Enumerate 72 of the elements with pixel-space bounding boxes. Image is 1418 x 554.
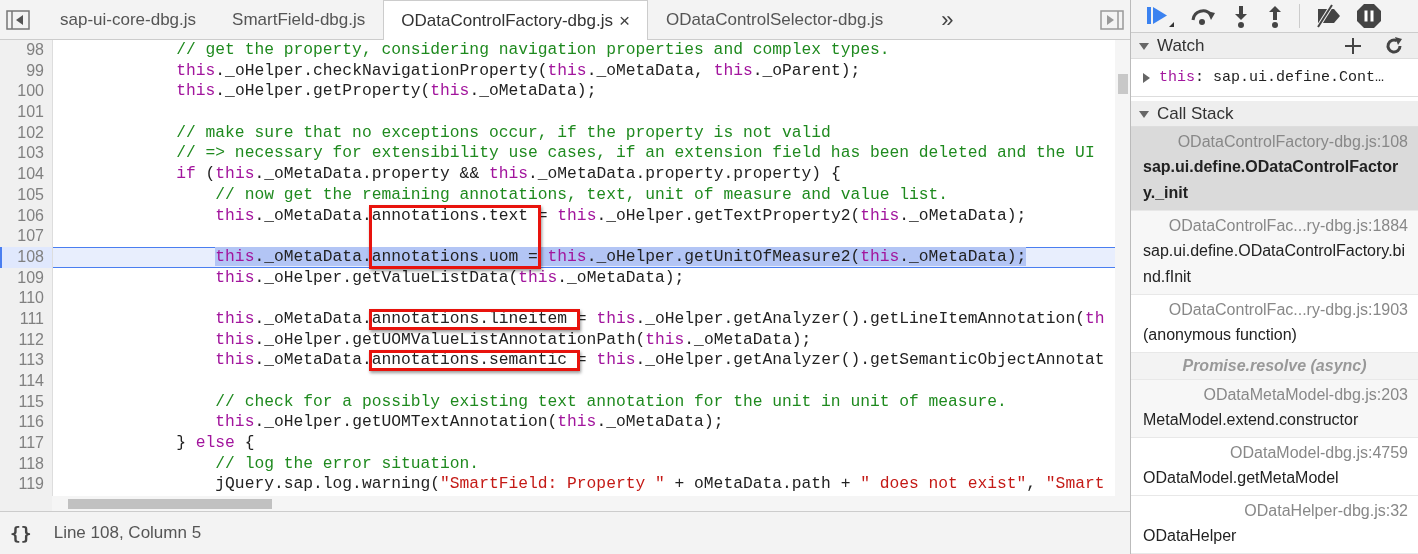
frame-function: ODataHelper [1143,526,1238,546]
line-number: 114 [17,371,45,391]
code-line: // make sure that no exceptions occur, if the property is not valid [176,122,831,142]
line-number: 113 [17,350,45,371]
file-tab[interactable]: sap-ui-core-dbg.js [42,0,215,39]
frame-function: ODataModel.getMetaModel [1143,468,1340,488]
add-icon[interactable] [1344,36,1362,55]
call-stack-frame[interactable]: ODataControlFactory-dbg.js:108 sap.ui.define.ODataControlFactory._init [1131,127,1418,211]
frame-function: sap.ui.define.ODataControlFactory._init [1143,157,1400,203]
vertical-scrollbar[interactable] [1115,40,1130,496]
pause-icon[interactable] [1356,3,1382,30]
call-stack-frame[interactable]: ODataControlFac...ry-dbg.js:1884 sap.ui.define.ODataControlFactory.bind.fInit [1131,211,1418,295]
frame-function: (anonymous function) [1143,325,1298,345]
call-stack-frame[interactable]: ODataHelper-dbg.js:32 ODataHelper [1131,496,1418,554]
section-title[interactable]: Watch [1157,35,1205,56]
code-line: } else { [176,433,255,453]
line-number: 117 [17,433,45,454]
expand-triangle-icon[interactable] [1141,72,1151,83]
line-number: 98 [25,40,45,60]
toggle-navigator-icon[interactable] [6,9,30,30]
frame-location[interactable]: ODataControlFac...ry-dbg.js:1903 [1143,298,1408,322]
watch-expression[interactable]: this: sap.ui.define.Cont… [1159,69,1385,87]
code-line: if (this._oMetaData.property && this._oMetaData.property.property) { [176,164,841,184]
file-tab[interactable]: ODataControlFactory-dbg.js × [383,0,649,40]
frame-function: MetaModel.extend.constructor [1143,410,1360,430]
line-number: 109 [16,267,45,288]
call-stack-frame[interactable]: ODataMetaModel-dbg.js:203 MetaModel.extend.constructor [1131,380,1418,438]
frame-location[interactable]: ODataHelper-dbg.js:32 [1143,499,1408,523]
toggle-sidebar-icon[interactable] [1100,9,1124,30]
code-line: this._oHelper.getUOMTextAnnotation(this._oMetaData); [215,412,724,432]
line-number: 111 [18,308,45,329]
file-tab[interactable]: SmartField-dbg.js [214,0,384,39]
line-number: 108 [0,246,52,268]
code-line: this._oHelper.getUOMValueListAnnotationPath(this._oMetaData); [215,329,812,349]
file-tab[interactable]: ODataControlSelector-dbg.js [648,0,902,39]
code-line: // now get the remaining annotations, text, unit of measure and value list. [215,184,949,204]
pretty-print-icon[interactable]: {} [10,522,32,544]
close-icon[interactable]: × [618,9,631,32]
line-number: 105 [16,184,45,205]
code-line: // log the error situation. [215,453,480,473]
line-number: 107 [16,226,45,247]
more-tabs-icon[interactable]: » [941,6,954,33]
line-number: 99 [25,60,45,81]
code-line: this._oHelper.getProperty(this._oMetaData); [176,81,597,101]
async-separator: Promise.resolve (async) [1131,353,1418,380]
code-line: jQuery.sap.log.warning("SmartField: Property " + oMetaData.path + " does not exist", "Smart [215,474,1105,494]
expand-triangle-icon[interactable] [1139,108,1149,119]
line-number: 102 [16,122,45,143]
deactivate-breakpoints-icon[interactable] [1314,4,1342,29]
cursor-position: Line 108, Column 5 [53,523,202,543]
code-line: this._oHelper.getValueListData(this._oMetaData); [215,267,685,287]
frame-function: sap.ui.define.ODataControlFactory.bind.fInit [1143,241,1407,287]
horizontal-scrollbar[interactable] [52,496,1130,511]
refresh-icon[interactable] [1384,35,1404,56]
code-line: // get the property, considering navigation properties and complex types. [176,40,890,59]
code-line: // => necessary for extensibility use cases, if an extension field has been deleted and the UI [176,143,1095,163]
line-number: 118 [17,453,45,474]
code-line: // check for a possibly existing text annotation for the unit in unit of measure. [215,391,1007,411]
line-number: 106 [16,205,45,226]
code-line: this._oHelper.checkNavigationProperty(this._oMetaData, this._oParent); [176,60,861,80]
line-number: 103 [16,143,45,164]
line-number: 110 [17,288,45,309]
frame-location[interactable]: ODataModel-dbg.js:4759 [1143,441,1408,465]
line-number: 104 [16,164,45,185]
call-stack-frame[interactable]: ODataModel-dbg.js:4759 ODataModel.getMetaModel [1131,438,1418,496]
line-number: 112 [17,329,45,350]
expand-triangle-icon[interactable] [1139,40,1149,51]
line-number: 101 [16,102,45,123]
line-number: 100 [16,81,45,102]
line-number: 119 [17,474,45,495]
line-number: 115 [17,391,45,412]
line-number: 116 [17,412,45,433]
